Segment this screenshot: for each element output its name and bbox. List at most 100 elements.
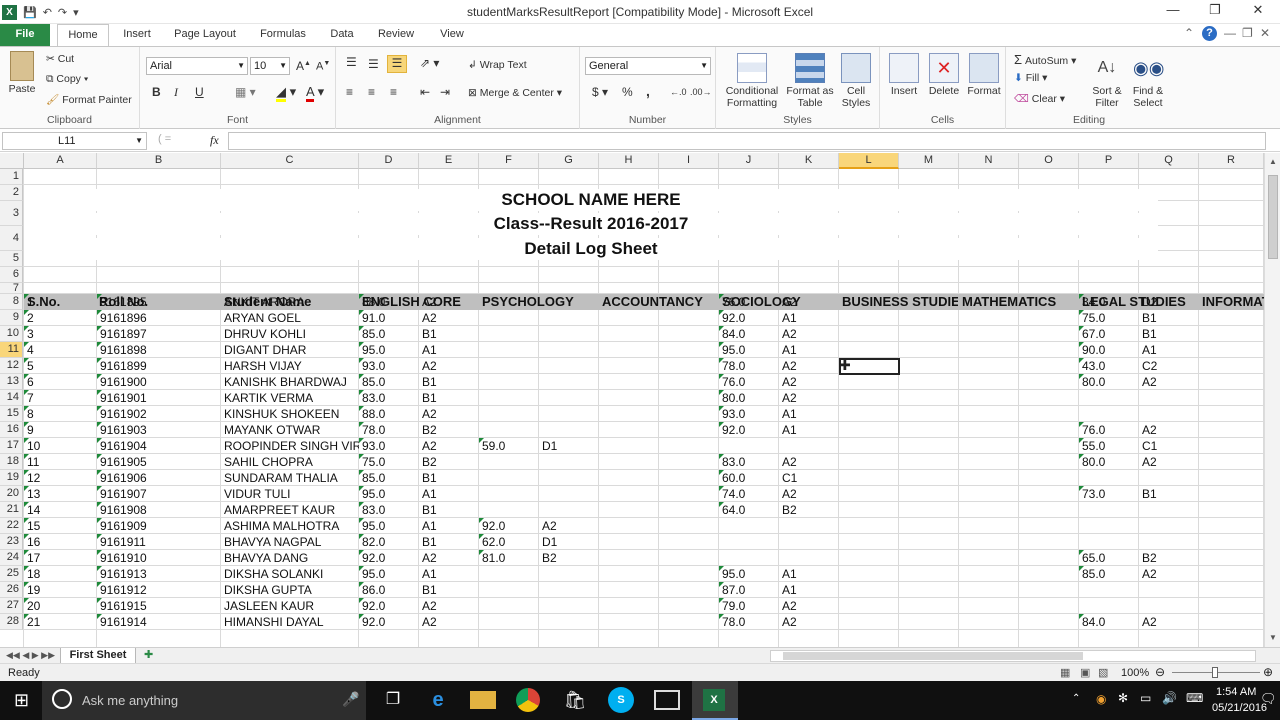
currency-button[interactable]: $ ▾ <box>592 85 608 99</box>
worksheet-grid[interactable]: ABCDEFGHIJKLMNOPQR 1 2 3 4 5 6 7 8 9 10 11 12 13 14 15… <box>0 153 1264 647</box>
cell-socg[interactable]: A1 <box>779 310 839 326</box>
row-header-19[interactable]: 19 <box>0 470 23 486</box>
cell-psyg[interactable]: A2 <box>539 518 599 534</box>
fill-color-icon[interactable]: ◢ ▾ <box>276 84 296 102</box>
cell-name[interactable]: VIDUR TULI <box>221 486 359 502</box>
edge-icon[interactable]: e <box>425 687 451 713</box>
cell-sno[interactable]: 2 <box>24 310 97 326</box>
cell-eng[interactable]: 85.0 <box>359 326 419 342</box>
cell-legg[interactable]: B1 <box>1139 486 1199 502</box>
align-bottom-icon[interactable]: ☰ <box>387 55 407 73</box>
cell-legg[interactable]: A2 <box>1139 566 1199 582</box>
chrome-icon[interactable] <box>516 688 540 712</box>
format-table-button[interactable]: Format as Table <box>786 53 834 109</box>
cell-engg[interactable]: A2 <box>419 406 479 422</box>
increase-decimal-icon[interactable]: ←.0 <box>670 87 687 97</box>
cell-soc[interactable]: 93.0 <box>719 406 779 422</box>
cell-sno[interactable]: 15 <box>24 518 97 534</box>
cell-leg[interactable]: 80.0 <box>1079 454 1139 470</box>
cell-engg[interactable]: B1 <box>419 390 479 406</box>
row-header-13[interactable]: 13 <box>0 374 23 390</box>
cell-eng[interactable]: 88.0 <box>359 406 419 422</box>
row-header-27[interactable]: 27 <box>0 598 23 614</box>
cell-roll[interactable]: 9161910 <box>97 550 221 566</box>
tab-review[interactable]: Review <box>373 24 419 46</box>
cell-engg[interactable]: B1 <box>419 582 479 598</box>
percent-button[interactable]: % <box>622 85 633 99</box>
row-header-28[interactable]: 28 <box>0 614 23 630</box>
minimize-ribbon-icon[interactable]: ⌃ <box>1184 26 1194 40</box>
copy-button[interactable]: ⧉ Copy ▾ <box>46 73 88 86</box>
cell-sno[interactable]: 4 <box>24 342 97 358</box>
row-header-25[interactable]: 25 <box>0 566 23 582</box>
cell-sno[interactable]: 18 <box>24 566 97 582</box>
cell-styles-button[interactable]: Cell Styles <box>836 53 876 109</box>
find-select-button[interactable]: ◉◉ Find & Select <box>1128 53 1168 109</box>
cell-roll[interactable]: 9161912 <box>97 582 221 598</box>
cell-engg[interactable]: A1 <box>419 486 479 502</box>
notifications-icon[interactable]: 🗨 <box>1260 691 1277 707</box>
clock-date[interactable]: 05/21/2016 <box>1212 702 1267 714</box>
underline-button[interactable]: U <box>195 85 204 99</box>
sort-filter-button[interactable]: A↓ Sort & Filter <box>1088 53 1126 109</box>
cell-socg[interactable]: C1 <box>779 470 839 486</box>
cell-soc[interactable]: 83.0 <box>719 454 779 470</box>
cell-socg[interactable]: A1 <box>779 342 839 358</box>
cell-engg[interactable]: A1 <box>419 342 479 358</box>
cell-eng[interactable]: 92.0 <box>359 598 419 614</box>
row-header-7[interactable]: 7 <box>0 283 23 294</box>
vertical-scroll-thumb[interactable] <box>1268 175 1278 259</box>
cell-eng[interactable]: 88.0 <box>359 294 419 310</box>
clear-button[interactable]: ⌫ Clear ▾ <box>1014 93 1065 105</box>
row-header-2[interactable]: 2 <box>0 185 23 201</box>
cell-socg[interactable]: A1 <box>779 582 839 598</box>
cell-sno[interactable]: 21 <box>24 614 97 630</box>
task-view-icon[interactable]: ❐ <box>380 687 406 713</box>
font-size-combo[interactable]: 10 ▼ <box>250 57 290 75</box>
column-header-a[interactable]: A <box>24 153 97 169</box>
cell-name[interactable]: HARSH VIJAY <box>221 358 359 374</box>
cell-socg[interactable]: A2 <box>779 358 839 374</box>
align-right-icon[interactable]: ≡ <box>390 85 397 99</box>
file-explorer-icon[interactable] <box>470 691 496 709</box>
cell-engg[interactable]: B2 <box>419 454 479 470</box>
cell-eng[interactable]: 86.0 <box>359 582 419 598</box>
excel-taskbar-button[interactable]: X <box>692 681 738 720</box>
font-name-combo[interactable]: Arial ▼ <box>146 57 248 75</box>
format-cells-button[interactable]: Format <box>964 53 1004 97</box>
volume-icon[interactable]: 🔊 <box>1162 691 1177 705</box>
doc-restore-icon[interactable]: ❐ <box>1242 26 1253 40</box>
cell-eng[interactable]: 95.0 <box>359 486 419 502</box>
horizontal-scrollbar[interactable] <box>770 650 1256 662</box>
column-header-j[interactable]: J <box>719 153 779 169</box>
zoom-level[interactable]: 100% <box>1121 667 1149 679</box>
cell-sno[interactable]: 17 <box>24 550 97 566</box>
tab-home[interactable]: Home <box>57 24 109 47</box>
cell-engg[interactable]: A1 <box>419 518 479 534</box>
cell-eng[interactable]: 95.0 <box>359 518 419 534</box>
column-header-c[interactable]: C <box>221 153 359 169</box>
cell-sno[interactable]: 13 <box>24 486 97 502</box>
column-header-r[interactable]: R <box>1199 153 1264 169</box>
cell-roll[interactable]: 9161903 <box>97 422 221 438</box>
cell-socg[interactable]: A2 <box>779 294 839 310</box>
tab-data[interactable]: Data <box>325 24 359 46</box>
cell-leg[interactable]: 75.0 <box>1079 310 1139 326</box>
cell-name[interactable]: BHAVYA NAGPAL <box>221 534 359 550</box>
row-header-4[interactable]: 4 <box>0 226 23 251</box>
sheet-nav-icons[interactable]: ◀◀ ◀ ▶ ▶▶ <box>6 648 55 664</box>
cell-name[interactable]: DIKSHA GUPTA <box>221 582 359 598</box>
cell-leg[interactable]: 90.0 <box>1079 342 1139 358</box>
align-center-icon[interactable]: ≡ <box>368 85 375 99</box>
cell-leg[interactable]: 73.0 <box>1079 486 1139 502</box>
cell-name[interactable]: JASLEEN KAUR <box>221 598 359 614</box>
cell-roll[interactable]: 9161908 <box>97 502 221 518</box>
cell-leg[interactable]: 43.0 <box>1079 358 1139 374</box>
cell-engg[interactable]: A2 <box>419 550 479 566</box>
battery-icon[interactable]: ▭ <box>1140 691 1151 705</box>
select-all-corner[interactable] <box>0 153 24 169</box>
cell-engg[interactable]: A2 <box>419 598 479 614</box>
cell-name[interactable]: HIMANSHI DAYAL <box>221 614 359 630</box>
cell-roll[interactable]: 9161906 <box>97 470 221 486</box>
column-header-q[interactable]: Q <box>1139 153 1199 169</box>
